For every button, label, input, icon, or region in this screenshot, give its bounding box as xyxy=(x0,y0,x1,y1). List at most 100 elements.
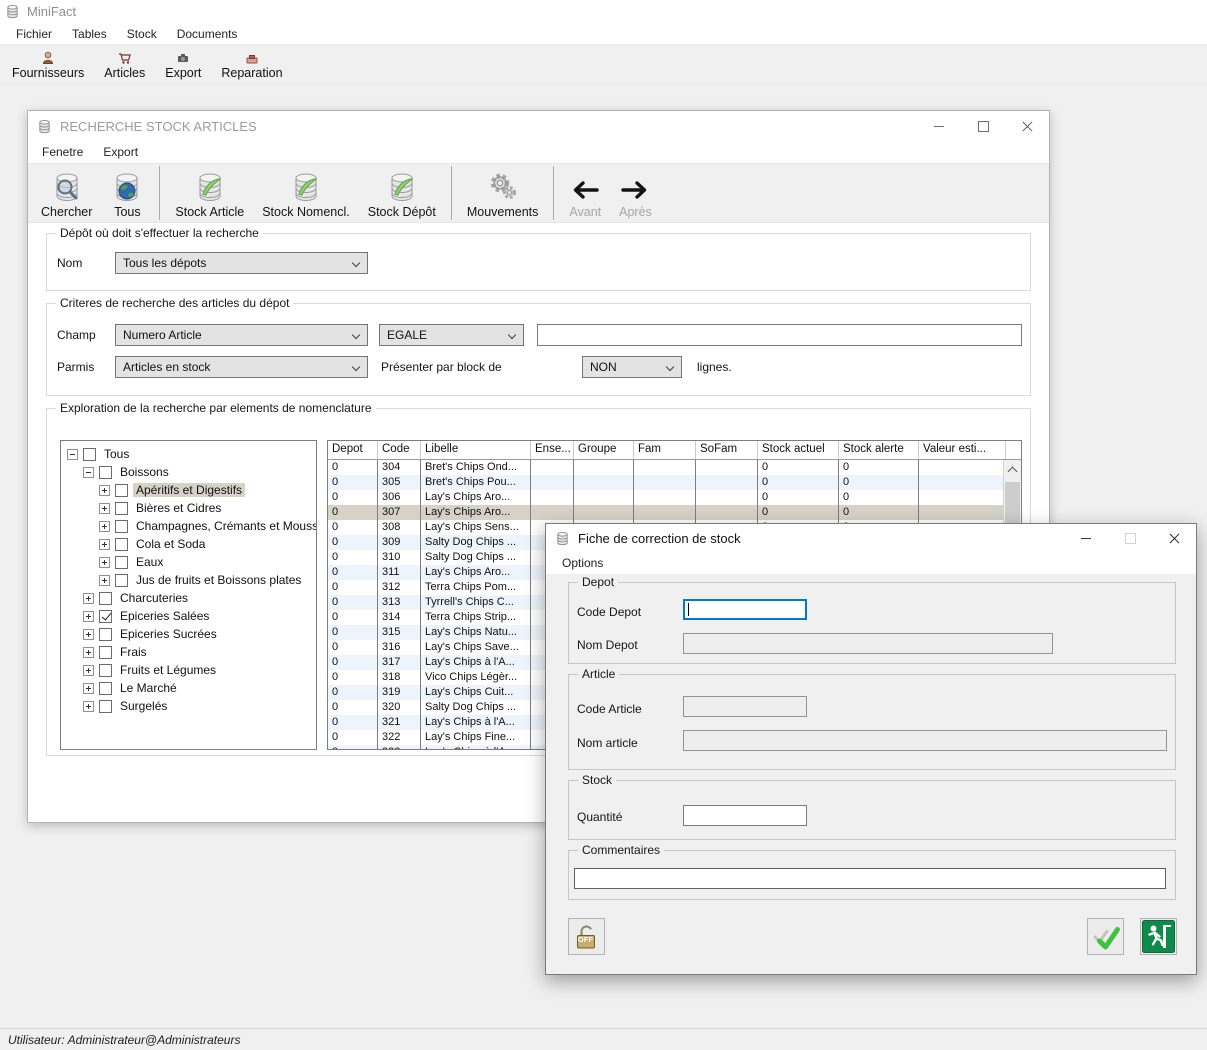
column-header[interactable]: Valeur esti... xyxy=(919,441,1006,459)
win-minimize-button[interactable] xyxy=(917,111,961,141)
tree-checkbox[interactable] xyxy=(115,520,128,533)
tree-item[interactable]: Apéritifs et Digestifs xyxy=(61,481,316,499)
tree-item[interactable]: Epiceries Sucrées xyxy=(61,625,316,643)
operator-select[interactable]: EGALE xyxy=(379,324,524,346)
tree-checkbox[interactable] xyxy=(99,700,112,713)
depot-select[interactable]: Tous les dépots xyxy=(115,252,368,274)
tree-checkbox[interactable] xyxy=(99,664,112,677)
tree-item[interactable]: Frais xyxy=(61,643,316,661)
column-header[interactable]: Groupe xyxy=(574,441,634,459)
tree-checkbox[interactable] xyxy=(115,574,128,587)
avant-button[interactable]: Avant xyxy=(560,164,610,222)
column-header[interactable]: SoFam xyxy=(696,441,758,459)
plus-expander-icon[interactable] xyxy=(83,665,94,676)
minus-expander-icon[interactable] xyxy=(83,467,94,478)
quantite-input[interactable] xyxy=(683,805,807,826)
scroll-thumb[interactable] xyxy=(1005,482,1020,524)
tree-item[interactable]: Cola et Soda xyxy=(61,535,316,553)
plus-expander-icon[interactable] xyxy=(83,593,94,604)
plus-expander-icon[interactable] xyxy=(83,701,94,712)
mouvements-button[interactable]: Mouvements xyxy=(458,164,548,222)
column-header[interactable]: Fam xyxy=(634,441,696,459)
tree-item[interactable]: Boissons xyxy=(61,463,316,481)
chercher-button[interactable]: Chercher xyxy=(32,164,101,222)
table-row[interactable]: 0307Lay's Chips Aro...00 xyxy=(328,505,1004,520)
stock-article-button[interactable]: Stock Article xyxy=(166,164,253,222)
plus-expander-icon[interactable] xyxy=(99,485,110,496)
search-value-input[interactable] xyxy=(537,324,1022,346)
export-button[interactable]: Export xyxy=(155,45,211,84)
tree-item[interactable]: Champagnes, Crémants et Mouss... xyxy=(61,517,316,535)
tree-checkbox[interactable] xyxy=(115,538,128,551)
dlg-close-button[interactable] xyxy=(1152,524,1196,552)
tree-item[interactable]: Tous xyxy=(61,445,316,463)
tree-item[interactable]: Le Marché xyxy=(61,679,316,697)
menu-options[interactable]: Options xyxy=(550,556,613,570)
apres-button[interactable]: Après xyxy=(610,164,661,222)
stock-nomencl-button[interactable]: Stock Nomencl. xyxy=(253,164,359,222)
plus-expander-icon[interactable] xyxy=(99,557,110,568)
nomenclature-tree[interactable]: TousBoissonsApéritifs et DigestifsBières… xyxy=(60,440,317,750)
table-row[interactable]: 0304Bret's Chips Ond...00 xyxy=(328,460,1004,475)
parmis-select[interactable]: Articles en stock xyxy=(115,356,368,378)
menu-documents[interactable]: Documents xyxy=(167,27,248,41)
commentaires-input[interactable] xyxy=(574,868,1166,889)
block-select[interactable]: NON xyxy=(582,356,682,378)
menu-tables[interactable]: Tables xyxy=(62,27,117,41)
reparation-button[interactable]: Reparation xyxy=(211,45,292,84)
scroll-up-icon[interactable] xyxy=(1008,467,1018,477)
tree-item[interactable]: Surgelés xyxy=(61,697,316,715)
plus-expander-icon[interactable] xyxy=(83,629,94,640)
plus-expander-icon[interactable] xyxy=(99,503,110,514)
tree-item[interactable]: Fruits et Légumes xyxy=(61,661,316,679)
tree-checkbox[interactable] xyxy=(99,646,112,659)
tree-checkbox[interactable] xyxy=(99,466,112,479)
tree-item[interactable]: Charcuteries xyxy=(61,589,316,607)
tree-item[interactable]: Eaux xyxy=(61,553,316,571)
column-header[interactable]: Depot xyxy=(328,441,378,459)
exit-button[interactable] xyxy=(1140,918,1177,955)
minus-expander-icon[interactable] xyxy=(67,449,78,460)
code-depot-input[interactable] xyxy=(683,599,807,620)
lock-toggle-button[interactable]: OFF xyxy=(568,918,605,955)
tree-item[interactable]: Epiceries Salées xyxy=(61,607,316,625)
win-maximize-button[interactable] xyxy=(961,111,1005,141)
tree-item[interactable]: Bières et Cidres xyxy=(61,499,316,517)
tree-checkbox[interactable] xyxy=(115,484,128,497)
tree-checkbox[interactable] xyxy=(83,448,96,461)
plus-expander-icon[interactable] xyxy=(99,521,110,532)
tree-checkbox[interactable] xyxy=(99,628,112,641)
tree-checkbox[interactable] xyxy=(115,556,128,569)
tous-button[interactable]: Tous xyxy=(101,164,153,222)
dlg-minimize-button[interactable] xyxy=(1064,524,1108,552)
tree-checkbox[interactable] xyxy=(115,502,128,515)
plus-expander-icon[interactable] xyxy=(99,539,110,550)
search-window-titlebar[interactable]: RECHERCHE STOCK ARTICLES xyxy=(28,111,1049,141)
tree-checkbox[interactable] xyxy=(99,610,112,623)
stock-depot-button[interactable]: Stock Dépôt xyxy=(359,164,445,222)
menu-export[interactable]: Export xyxy=(93,145,148,159)
menu-fichier[interactable]: Fichier xyxy=(6,27,62,41)
tree-checkbox[interactable] xyxy=(99,592,112,605)
tree-checkbox[interactable] xyxy=(99,682,112,695)
plus-expander-icon[interactable] xyxy=(99,575,110,586)
column-header[interactable]: Stock actuel xyxy=(758,441,839,459)
column-header[interactable]: Ense... xyxy=(531,441,574,459)
tree-item[interactable]: Jus de fruits et Boissons plates xyxy=(61,571,316,589)
table-row[interactable]: 0305Bret's Chips Pou...00 xyxy=(328,475,1004,490)
column-header[interactable]: Libelle xyxy=(421,441,531,459)
plus-expander-icon[interactable] xyxy=(83,611,94,622)
column-header[interactable]: Stock alerte xyxy=(839,441,919,459)
dialog-titlebar[interactable]: Fiche de correction de stock xyxy=(546,524,1196,552)
win-close-button[interactable] xyxy=(1005,111,1049,141)
articles-button[interactable]: Articles xyxy=(94,45,155,84)
fournisseurs-button[interactable]: Fournisseurs xyxy=(2,45,94,84)
plus-expander-icon[interactable] xyxy=(83,647,94,658)
menu-fenetre[interactable]: Fenetre xyxy=(32,145,93,159)
champ-select[interactable]: Numero Article xyxy=(115,324,368,346)
plus-expander-icon[interactable] xyxy=(83,683,94,694)
column-header[interactable]: Code xyxy=(378,441,421,459)
validate-button[interactable] xyxy=(1087,918,1124,955)
table-row[interactable]: 0306Lay's Chips Aro...00 xyxy=(328,490,1004,505)
menu-stock[interactable]: Stock xyxy=(117,27,167,41)
